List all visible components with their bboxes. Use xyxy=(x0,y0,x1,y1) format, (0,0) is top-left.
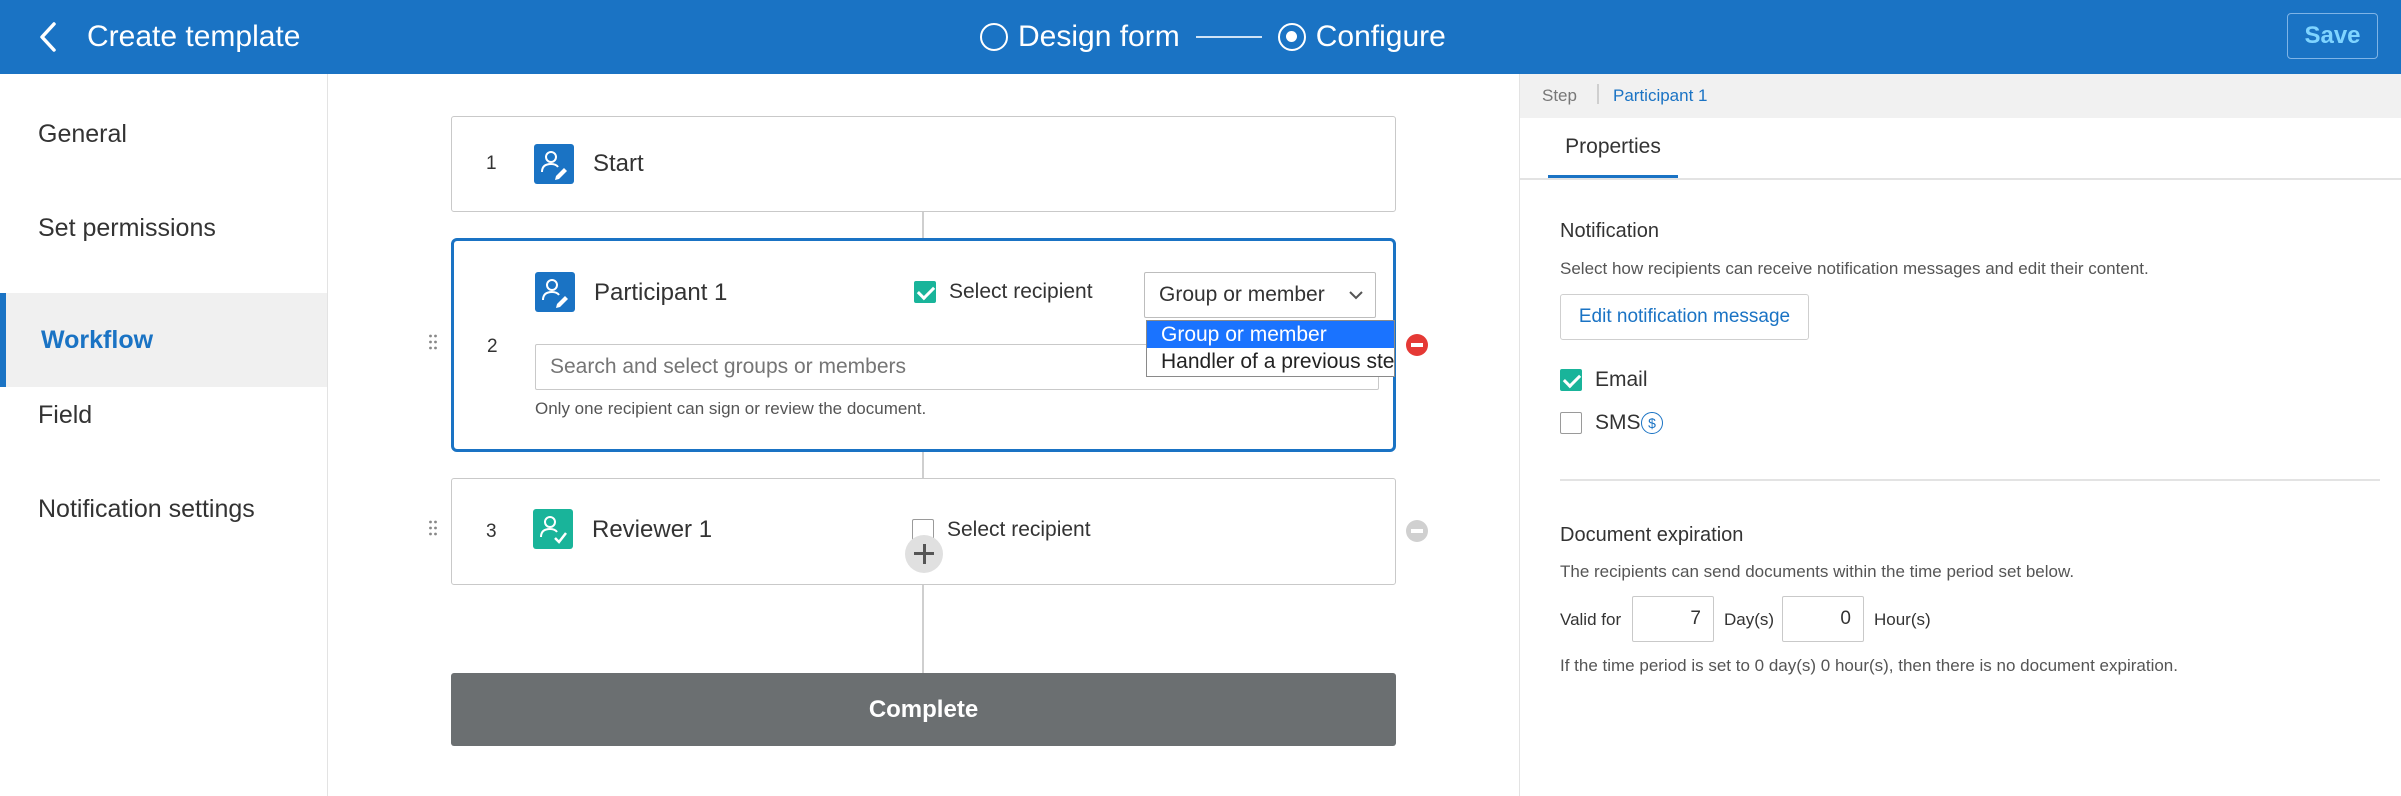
select-recipient-label: Select recipient xyxy=(949,280,1093,303)
workflow-step-start[interactable]: 1 Start xyxy=(451,116,1396,212)
hours-unit-label: Hour(s) xyxy=(1874,610,1931,629)
tab-divider xyxy=(1520,178,2401,180)
step-design-form-radio[interactable] xyxy=(980,23,1008,51)
step-design-form-label[interactable]: Design form xyxy=(1018,20,1180,54)
option-handler-previous-step[interactable]: Handler of a previous step xyxy=(1147,348,1394,375)
breadcrumb-current: Participant 1 xyxy=(1613,86,1708,105)
step-name: Start xyxy=(593,150,644,177)
notification-description: Select how recipients can receive notifi… xyxy=(1560,259,2149,278)
step-connector xyxy=(1195,36,1262,38)
sms-checkbox[interactable] xyxy=(1560,412,1582,434)
step-name: Reviewer 1 xyxy=(592,516,713,543)
add-step-button[interactable] xyxy=(905,535,943,573)
drag-handle-icon[interactable] xyxy=(428,333,438,351)
sidebar-item-field[interactable]: Field xyxy=(0,368,327,462)
settings-sidebar: General Set permissions Workflow Field N… xyxy=(0,74,328,796)
chevron-left-icon xyxy=(40,22,56,52)
recipient-type-dropdown: Group or member Handler of a previous st… xyxy=(1146,320,1395,377)
drag-handle-icon[interactable] xyxy=(428,519,438,537)
breadcrumb: Step Participant 1 xyxy=(1520,74,2401,118)
properties-panel: Step Participant 1 Properties Notificati… xyxy=(1519,74,2401,796)
back-button[interactable] xyxy=(34,18,62,56)
recipient-help-text: Only one recipient can sign or review th… xyxy=(535,399,927,418)
expiration-description: The recipients can send documents within… xyxy=(1560,562,2075,581)
edit-notification-button[interactable]: Edit notification message xyxy=(1560,294,1809,340)
user-check-icon xyxy=(533,509,573,549)
days-input[interactable] xyxy=(1632,596,1714,642)
breadcrumb-step[interactable]: Step xyxy=(1542,86,1577,106)
wizard-steps: Design form Configure xyxy=(980,18,1446,56)
breadcrumb-separator xyxy=(1597,84,1599,104)
step-number: 1 xyxy=(486,153,497,174)
step-configure-radio[interactable] xyxy=(1277,23,1306,51)
notification-heading: Notification xyxy=(1560,220,1659,242)
page-title: Create template xyxy=(87,20,301,53)
recipient-type-select[interactable]: Group or member xyxy=(1144,272,1376,318)
valid-for-label: Valid for xyxy=(1560,610,1622,629)
user-edit-icon xyxy=(535,272,575,312)
select-recipient-checkbox[interactable] xyxy=(914,281,936,303)
step-connector-line xyxy=(922,585,924,673)
step-connector-line xyxy=(922,451,924,478)
tab-properties[interactable]: Properties xyxy=(1548,118,1678,178)
remove-step-button[interactable] xyxy=(1406,334,1428,356)
coin-icon: $ xyxy=(1641,412,1663,434)
save-button[interactable]: Save xyxy=(2287,13,2378,59)
step-number: 2 xyxy=(487,336,498,357)
expiration-note: If the time period is set to 0 day(s) 0 … xyxy=(1560,656,2178,675)
days-unit-label: Day(s) xyxy=(1724,610,1775,629)
sidebar-item-set-permissions[interactable]: Set permissions xyxy=(0,181,327,275)
select-recipient-label: Select recipient xyxy=(947,518,1091,541)
step-configure-label[interactable]: Configure xyxy=(1316,20,1446,54)
hours-input[interactable] xyxy=(1782,596,1864,642)
user-edit-icon xyxy=(534,144,574,184)
step-number: 3 xyxy=(486,521,497,542)
sidebar-item-general[interactable]: General xyxy=(0,87,327,181)
email-label: Email xyxy=(1595,368,1648,391)
sidebar-item-notification-settings[interactable]: Notification settings xyxy=(0,462,327,556)
section-divider xyxy=(1560,479,2380,481)
remove-step-button[interactable] xyxy=(1406,520,1428,542)
chevron-down-icon xyxy=(1349,291,1363,300)
sms-label: SMS xyxy=(1595,411,1641,434)
expiration-heading: Document expiration xyxy=(1560,524,1744,546)
app-header: Create template Design form Configure Sa… xyxy=(0,0,2401,74)
recipient-type-value: Group or member xyxy=(1159,283,1325,306)
step-connector-line xyxy=(922,212,924,239)
option-group-or-member[interactable]: Group or member xyxy=(1147,321,1394,348)
complete-button[interactable]: Complete xyxy=(451,673,1396,746)
step-name: Participant 1 xyxy=(594,279,728,306)
email-checkbox[interactable] xyxy=(1560,369,1582,391)
